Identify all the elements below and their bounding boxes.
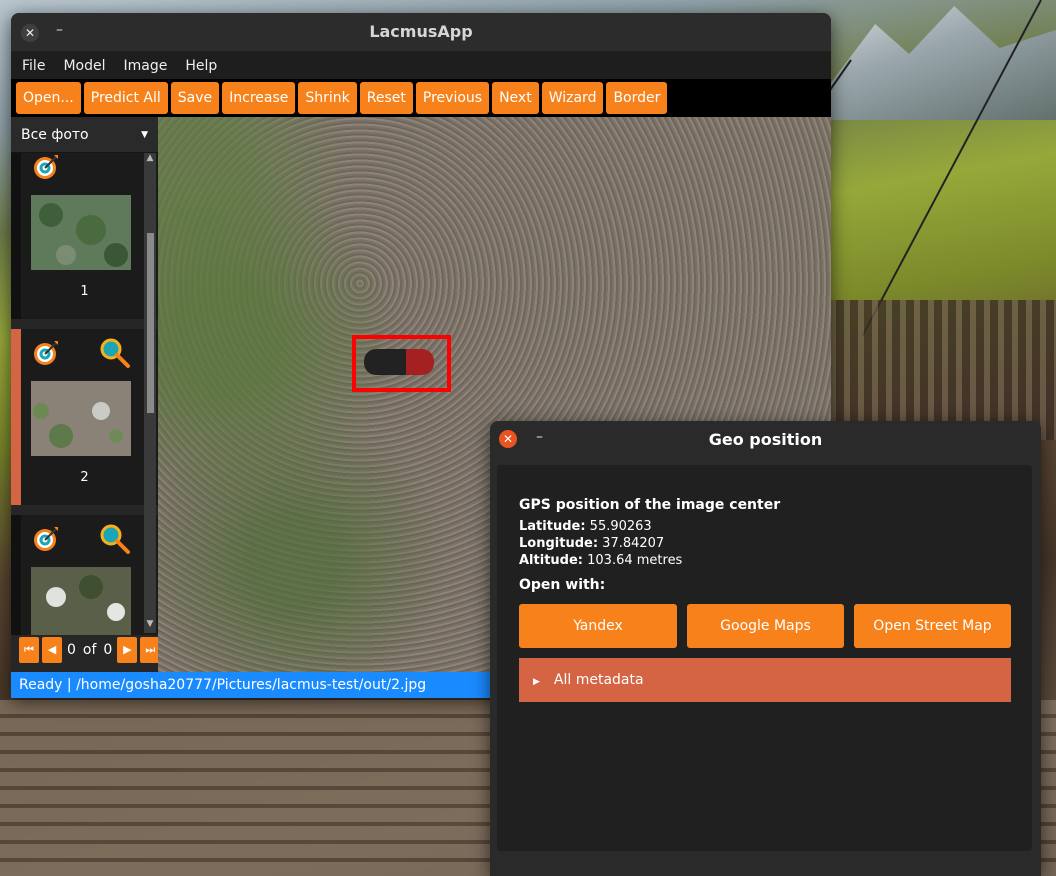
- thumbnail-image: [31, 567, 131, 635]
- photo-filter-select[interactable]: Все фото ▼: [11, 117, 158, 153]
- latitude-row: Latitude: 55.90263: [519, 519, 652, 534]
- scrollbar-thumb[interactable]: [147, 233, 154, 413]
- main-titlebar[interactable]: ✕ – LacmusApp: [11, 13, 831, 52]
- all-metadata-label: All metadata: [553, 672, 644, 688]
- thumbnail-label: 2: [80, 470, 89, 485]
- first-page-icon[interactable]: ⏮: [19, 637, 39, 663]
- latitude-label: Latitude:: [519, 519, 586, 534]
- open-button[interactable]: Open...: [16, 82, 81, 114]
- menu-file[interactable]: File: [15, 58, 52, 74]
- next-button[interactable]: Next: [492, 82, 539, 114]
- longitude-label: Longitude:: [519, 536, 599, 551]
- all-metadata-expander[interactable]: ▶ All metadata: [519, 658, 1011, 702]
- increase-button[interactable]: Increase: [222, 82, 296, 114]
- photo-filter-value: Все фото: [21, 126, 89, 143]
- photo-sidebar: Все фото ▼ 1 2 ▲ ▼ ⏮ ◀ 0 of 0 ▶ ⏭: [11, 117, 161, 672]
- scroll-down-icon[interactable]: ▼: [144, 619, 156, 633]
- thumbnail-item[interactable]: 1: [11, 153, 158, 319]
- thumbnail-item[interactable]: 2: [11, 329, 158, 505]
- reset-button[interactable]: Reset: [359, 82, 413, 114]
- predict-all-button[interactable]: Predict All: [83, 82, 168, 114]
- page-of-label: of: [82, 642, 97, 658]
- previous-button[interactable]: Previous: [415, 82, 490, 114]
- thumbnail-image: [31, 381, 131, 456]
- longitude-row: Longitude: 37.84207: [519, 536, 664, 551]
- thumbnail-image: [31, 195, 131, 270]
- next-page-icon[interactable]: ▶: [117, 637, 138, 663]
- border-button[interactable]: Border: [606, 82, 668, 114]
- toolbar: Open... Predict All Save Increase Shrink…: [11, 79, 831, 117]
- wizard-button[interactable]: Wizard: [541, 82, 604, 114]
- geo-position-window: ✕ – Geo position GPS position of the ima…: [490, 421, 1041, 876]
- page-current: 0: [67, 642, 76, 658]
- page-total: 0: [103, 642, 113, 658]
- thumbnail-item[interactable]: [11, 515, 158, 635]
- wallpaper-bridge-rail: [830, 300, 1056, 440]
- altitude-row: Altitude: 103.64 metres: [519, 553, 682, 568]
- geo-titlebar[interactable]: ✕ – Geo position: [490, 421, 1041, 459]
- window-title: LacmusApp: [369, 22, 473, 41]
- dropdown-arrow-icon: ▼: [141, 129, 148, 140]
- google-maps-button[interactable]: Google Maps: [687, 604, 844, 648]
- target-icon: [34, 341, 58, 365]
- selection-marker: [11, 515, 21, 635]
- expand-arrow-icon: ▶: [533, 677, 540, 687]
- menu-image[interactable]: Image: [116, 58, 174, 74]
- altitude-value: 103.64 metres: [587, 553, 683, 568]
- latitude-value: 55.90263: [589, 519, 652, 534]
- longitude-value: 37.84207: [602, 536, 665, 551]
- wallpaper-mountain: [830, 6, 1056, 120]
- shrink-button[interactable]: Shrink: [298, 82, 357, 114]
- detection-bounding-box[interactable]: [352, 335, 451, 392]
- altitude-label: Altitude:: [519, 553, 583, 568]
- target-icon: [34, 155, 58, 179]
- menu-model[interactable]: Model: [56, 58, 112, 74]
- open-with-label: Open with:: [519, 577, 606, 593]
- thumbnail-label: 1: [80, 284, 89, 299]
- thumbnail-pager: ⏮ ◀ 0 of 0 ▶ ⏭: [19, 635, 161, 665]
- menu-help[interactable]: Help: [178, 58, 224, 74]
- yandex-button[interactable]: Yandex: [519, 604, 677, 648]
- scroll-up-icon[interactable]: ▲: [144, 153, 156, 167]
- geo-panel: GPS position of the image center Latitud…: [497, 465, 1032, 851]
- geo-window-title: Geo position: [708, 430, 823, 449]
- thumbnail-list[interactable]: 1 2: [11, 153, 158, 635]
- target-icon: [34, 527, 58, 551]
- open-street-map-button[interactable]: Open Street Map: [854, 604, 1011, 648]
- save-button[interactable]: Save: [170, 82, 220, 114]
- gps-heading: GPS position of the image center: [519, 497, 781, 513]
- menu-bar: File Model Image Help: [11, 52, 831, 79]
- magnifier-icon: [100, 338, 130, 368]
- thumbnail-scrollbar[interactable]: ▲ ▼: [144, 153, 156, 633]
- magnifier-icon: [100, 524, 130, 554]
- prev-page-icon[interactable]: ◀: [42, 637, 62, 663]
